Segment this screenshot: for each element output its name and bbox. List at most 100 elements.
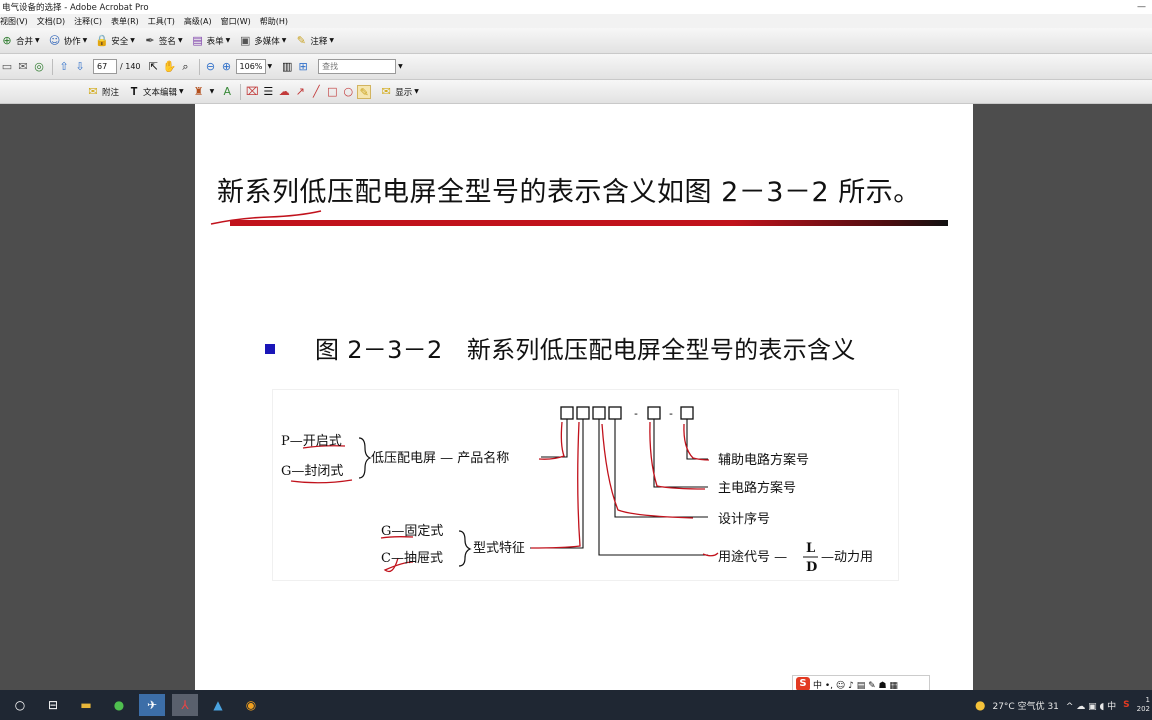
browser-icon[interactable]: ● — [106, 694, 132, 716]
window-title: 电气设备的选择 - Adobe Acrobat Pro — [2, 3, 149, 13]
clock[interactable]: 1 202 — [1137, 696, 1150, 714]
comment-button[interactable]: ✎ 注释 ▼ — [294, 34, 334, 48]
select-icon[interactable]: ⇱ — [147, 60, 161, 74]
show-button[interactable]: ✉ 显示 ▼ — [379, 85, 419, 99]
search-input[interactable]: 查找 — [318, 59, 397, 74]
email-icon[interactable]: ✉ — [16, 60, 30, 74]
chevron-down-icon: ▼ — [225, 37, 231, 44]
acrobat-icon[interactable]: ⅄ — [172, 694, 198, 716]
menu-document[interactable]: 文档(D) — [37, 16, 65, 27]
zoom-input[interactable]: 106% — [235, 59, 266, 74]
separator — [240, 83, 242, 100]
merge-icon: ⊕ — [2, 33, 12, 47]
textbox-icon[interactable]: ☰ — [261, 85, 275, 99]
label-aux-circuit: 辅助电路方案号 — [718, 452, 809, 468]
callout-icon[interactable]: ⌧ — [245, 85, 259, 99]
form-icon: ▤ — [192, 33, 203, 47]
menu-view[interactable]: 视图(V) — [0, 16, 28, 27]
red-annotation-7 — [290, 479, 353, 484]
toolbar-tasks: ⊕ 合并 ▼ ☺ 协作 ▼ 🔒 安全 ▼ ✒ 签名 ▼ ▤ 表单 ▼ ▣ 多媒体 ▼ ✎ 注释 ▼ — [0, 28, 1152, 54]
chevron-down-icon: ▼ — [177, 37, 183, 44]
label-code-d: D — [806, 560, 817, 575]
label-power-use: —动力用 — [821, 550, 873, 565]
code-box-1 — [560, 406, 574, 420]
arrow-tool-icon[interactable]: ↗ — [293, 85, 307, 99]
text-edit-button[interactable]: 𝐓 文本编辑 ▼ — [127, 85, 183, 99]
system-tray: ● 27°C 空气优 31 ^ ☁ ▣ ◖ 中 S 1 202 — [975, 690, 1152, 720]
chevron-down-icon: ▼ — [82, 37, 88, 44]
tray-icons[interactable]: ^ ☁ ▣ ◖ 中 — [1066, 699, 1116, 712]
fit-page-icon[interactable]: ▥ — [280, 60, 294, 74]
arrow-up-icon[interactable]: ⇧ — [57, 60, 71, 74]
dash-1: - — [634, 407, 638, 420]
oval-tool-icon[interactable]: ○ — [341, 85, 355, 99]
app-icon[interactable]: ✈ — [139, 694, 165, 716]
minimize-button[interactable]: — — [1137, 2, 1146, 12]
code-box-3 — [592, 406, 606, 420]
film-icon: ▣ — [240, 33, 251, 47]
search-circle-icon[interactable]: ○ — [7, 694, 33, 716]
menu-window[interactable]: 窗口(W) — [221, 16, 251, 27]
menu-help[interactable]: 帮助(H) — [260, 16, 288, 27]
photo-icon[interactable]: ▲ — [205, 694, 231, 716]
chevron-down-icon: ▼ — [130, 37, 135, 44]
comment-icon: ✎ — [296, 33, 306, 47]
document-viewer[interactable]: 新系列低压配电屏全型号的表示含义如图 2－3－2 所示。 图 2－3－2 新系列… — [0, 104, 1152, 693]
menu-tools[interactable]: 工具(T) — [148, 16, 175, 27]
cloud-icon[interactable]: ☁ — [277, 85, 291, 99]
label-main-circuit: 主电路方案号 — [718, 480, 796, 496]
chevron-down-icon[interactable]: ▼ — [398, 63, 403, 70]
task-view-icon[interactable]: ⊟ — [40, 694, 66, 716]
fit-width-icon[interactable]: ⊞ — [296, 60, 310, 74]
label-type-feature: 型式特征 — [473, 541, 525, 556]
label-g-closed: G—封闭式 — [281, 464, 343, 479]
merge-button[interactable]: ⊕ 合并 ▼ — [0, 33, 39, 48]
menu-forms[interactable]: 表单(R) — [111, 16, 139, 27]
collaborate-button[interactable]: ☺ 协作 ▼ — [48, 33, 88, 48]
pencil-tool-icon[interactable]: ✎ — [357, 84, 372, 99]
title-bar: 电气设备的选择 - Adobe Acrobat Pro — — [0, 0, 1152, 14]
chevron-down-icon[interactable]: ▼ — [210, 88, 215, 95]
forms-button[interactable]: ▤ 表单 ▼ — [191, 33, 231, 48]
file-explorer-icon[interactable]: ▬ — [73, 694, 99, 716]
zoom-in-icon[interactable]: ⊕ — [220, 60, 234, 74]
pen-icon: ✒ — [145, 33, 155, 47]
menu-comments[interactable]: 注释(C) — [74, 16, 102, 27]
collaborate-icon: ☺ — [48, 33, 61, 47]
media-icon[interactable]: ◉ — [238, 694, 264, 716]
note-button[interactable]: ✉ 附注 — [86, 85, 119, 99]
multimedia-button[interactable]: ▣ 多媒体 ▼ — [238, 34, 286, 48]
sogou-logo-icon: S — [796, 677, 810, 691]
secure-button[interactable]: 🔒 安全 ▼ — [95, 34, 135, 48]
hand-icon[interactable]: ✋ — [163, 60, 177, 74]
weather-text[interactable]: 27°C 空气优 31 — [992, 699, 1058, 712]
sign-button[interactable]: ✒ 签名 ▼ — [143, 33, 183, 48]
ime-tray-icon[interactable]: S — [1123, 700, 1129, 710]
highlight-text-icon[interactable]: A — [220, 85, 234, 99]
arrow-down-icon[interactable]: ⇩ — [73, 60, 87, 74]
weather-icon[interactable]: ● — [975, 698, 985, 712]
dash-2: - — [669, 407, 673, 420]
zoom-tool-icon[interactable]: ⌕ — [179, 60, 193, 74]
bullet-square — [265, 344, 275, 354]
line-tool-icon[interactable]: ╱ — [309, 85, 323, 99]
search-doc-icon[interactable]: ◎ — [32, 60, 46, 74]
ime-controls[interactable]: 中 •, ☺ ♪ ▤ ✎ ☗ ▦ — [813, 678, 898, 691]
model-diagram: - - P—开启式 G—封闭式 低压配电屏 — 产品名称 G—固定式 C—抽屉式… — [273, 390, 898, 580]
chevron-down-icon[interactable]: ▼ — [268, 63, 273, 70]
chevron-down-icon: ▼ — [414, 88, 419, 95]
toolbar-navigation: ▭ ✉ ◎ ⇧ ⇩ 67 / 140 ⇱ ✋ ⌕ ⊖ ⊕ 106% ▼ ▥ ⊞ … — [0, 54, 1152, 80]
line-aux-circuit — [686, 419, 708, 460]
menu-advanced[interactable]: 高级(A) — [184, 16, 212, 27]
label-design-no: 设计序号 — [718, 512, 770, 527]
red-underline-annotation — [230, 220, 948, 226]
show-comments-icon: ✉ — [381, 84, 391, 98]
label-g-fixed: G—固定式 — [381, 524, 443, 539]
page-number-input[interactable]: 67 — [93, 59, 117, 74]
save-icon[interactable]: ▭ — [0, 60, 14, 74]
zoom-out-icon[interactable]: ⊖ — [204, 60, 218, 74]
red-annotation-4 — [649, 421, 706, 490]
rectangle-tool-icon[interactable]: □ — [325, 85, 339, 99]
stamp-icon[interactable]: ♜ — [192, 85, 206, 99]
red-annotation-10 — [702, 552, 719, 557]
